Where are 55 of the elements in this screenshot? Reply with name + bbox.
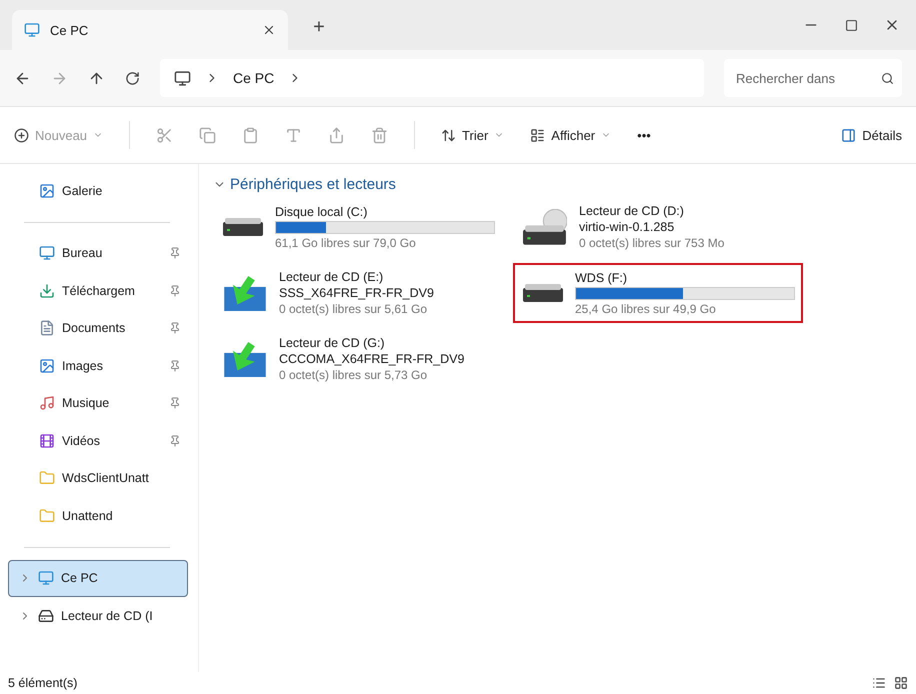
details-button[interactable]: Détails bbox=[841, 128, 902, 142]
sidebar-item[interactable]: Vidéos bbox=[8, 422, 188, 460]
tree-item[interactable]: Ce PC bbox=[8, 560, 188, 597]
cd-drive-icon bbox=[523, 209, 567, 245]
breadcrumb[interactable]: Ce PC bbox=[233, 70, 274, 86]
view-icon bbox=[530, 128, 546, 142]
new-tab-button[interactable]: + bbox=[304, 12, 334, 42]
sort-icon bbox=[441, 128, 456, 142]
folder-icon bbox=[39, 470, 55, 486]
pictures-icon bbox=[39, 358, 55, 374]
more-button[interactable]: ••• bbox=[637, 128, 651, 142]
music-icon bbox=[39, 395, 55, 412]
drive-icon bbox=[523, 283, 563, 303]
installer-icon bbox=[224, 342, 266, 376]
pc-icon bbox=[38, 570, 54, 586]
details-pane-icon bbox=[841, 128, 856, 142]
close-icon[interactable] bbox=[262, 23, 276, 37]
details-view-icon[interactable] bbox=[872, 676, 886, 690]
installer-icon bbox=[224, 276, 266, 310]
monitor-icon bbox=[24, 22, 40, 38]
drive-item[interactable]: Lecteur de CD (G:) CCCOMA_X64FRE_FR-FR_DV9 0 octet(s) libres sur 5,73 Go bbox=[213, 329, 503, 389]
desktop-icon bbox=[39, 245, 55, 262]
view-button[interactable]: Afficher bbox=[530, 128, 612, 142]
refresh-icon[interactable] bbox=[125, 70, 140, 86]
sidebar-item[interactable]: WdsClientUnatt bbox=[8, 460, 188, 497]
search-icon bbox=[881, 72, 894, 84]
sidebar-item[interactable]: Unattend bbox=[8, 497, 188, 534]
tiles-view-icon[interactable] bbox=[894, 676, 908, 690]
highlighted-drive-item[interactable]: WDS (F:) 25,4 Go libres sur 49,9 Go bbox=[513, 263, 803, 323]
tab-title: Ce PC bbox=[50, 22, 90, 38]
section-header[interactable]: Périphériques et lecteurs bbox=[213, 176, 396, 193]
maximize-icon[interactable] bbox=[845, 17, 858, 33]
sidebar-item[interactable]: Galerie bbox=[8, 172, 188, 210]
monitor-icon bbox=[174, 70, 191, 86]
address-bar[interactable]: Ce PC bbox=[160, 59, 704, 97]
plus-icon bbox=[14, 128, 29, 142]
drive-item[interactable]: Lecteur de CD (D:) virtio-win-0.1.285 0 octet(s) libres sur 753 Mo bbox=[513, 197, 803, 257]
folder-icon bbox=[39, 508, 55, 524]
document-icon bbox=[39, 320, 55, 336]
download-icon bbox=[39, 282, 55, 299]
tree-item[interactable]: Lecteur de CD (I bbox=[8, 597, 188, 634]
sidebar-item[interactable]: Musique bbox=[8, 384, 188, 422]
sidebar-item[interactable]: Téléchargem bbox=[8, 272, 188, 310]
sidebar-item[interactable]: Documents bbox=[8, 310, 188, 347]
gallery-icon bbox=[39, 182, 55, 199]
sidebar-item[interactable]: Images bbox=[8, 347, 188, 384]
drive-item[interactable]: Disque local (C:) 61,1 Go libres sur 79,0 Go bbox=[213, 197, 503, 257]
item-count: 5 élément(s) bbox=[8, 676, 78, 690]
sort-button[interactable]: Trier bbox=[441, 128, 504, 142]
search-field[interactable]: Rechercher dans bbox=[724, 59, 902, 97]
drive-item[interactable]: Lecteur de CD (E:) SSS_X64FRE_FR-FR_DV9 0 octet(s) libres sur 5,61 Go bbox=[213, 263, 503, 323]
window-tab[interactable]: Ce PC bbox=[12, 10, 288, 50]
video-icon bbox=[39, 432, 55, 449]
sidebar-item[interactable]: Bureau bbox=[8, 234, 188, 272]
drive-icon bbox=[223, 217, 263, 237]
